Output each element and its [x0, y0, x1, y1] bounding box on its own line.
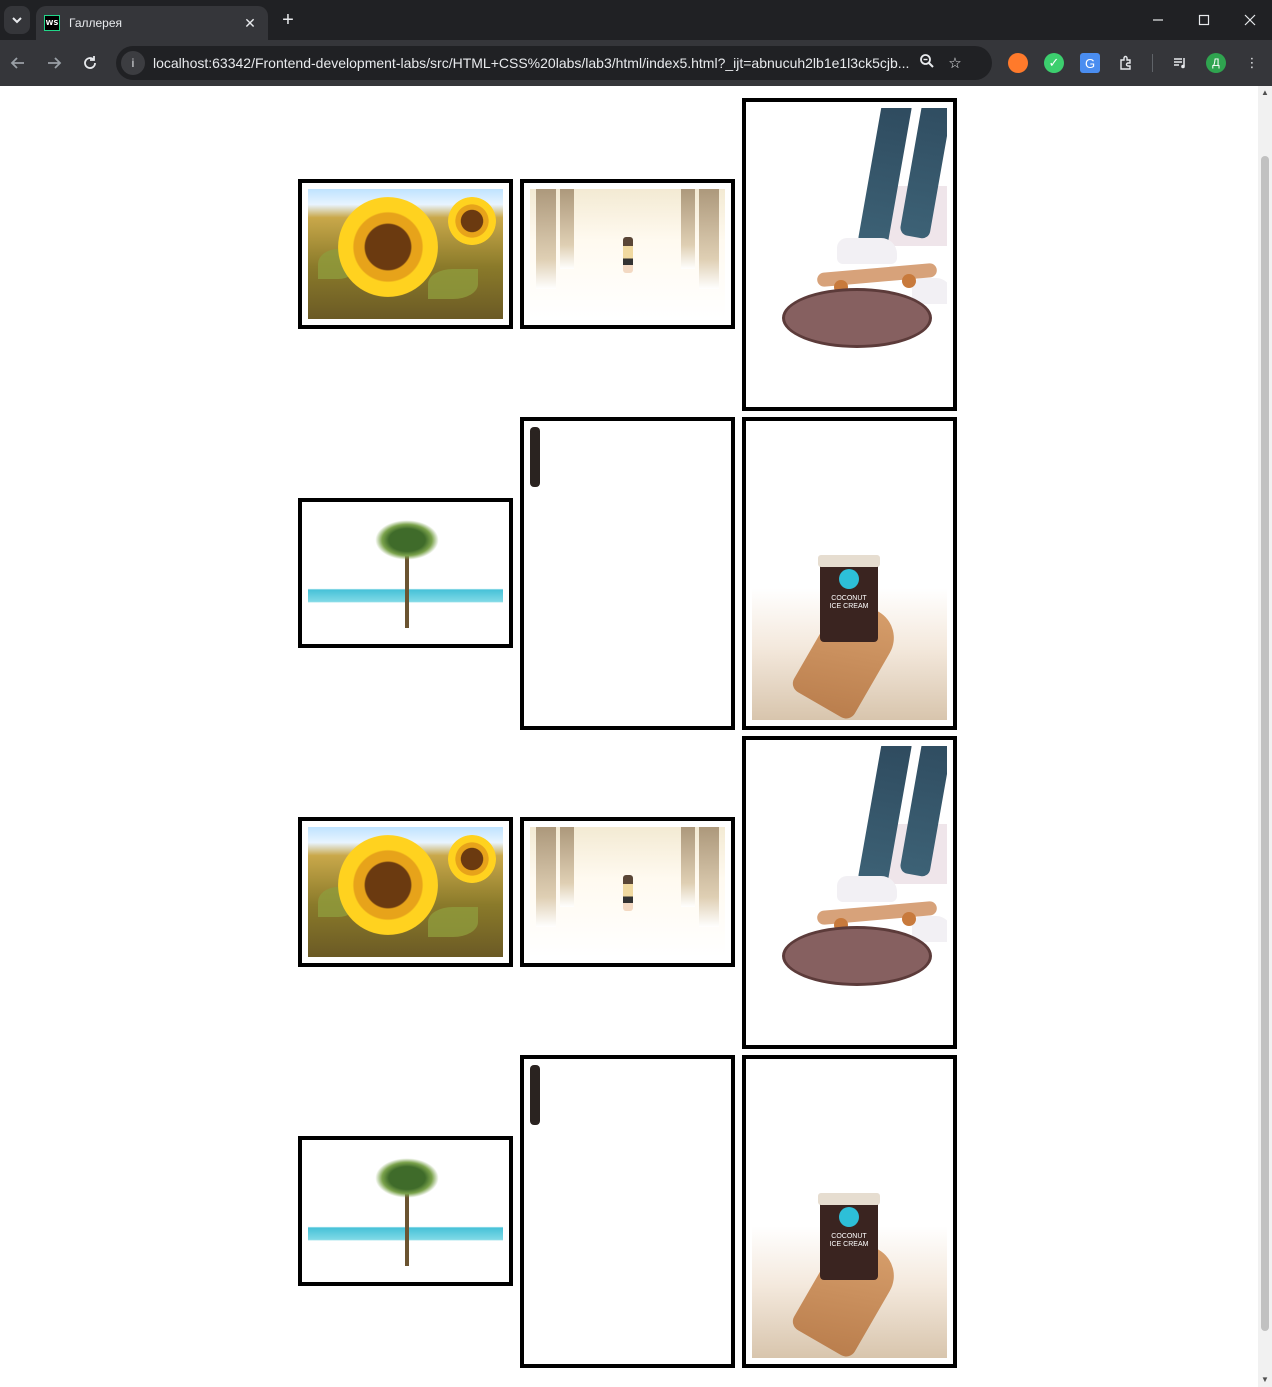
kebab-menu-icon[interactable]: ⋮ [1242, 53, 1262, 73]
zoom-icon[interactable] [913, 53, 941, 73]
gallery: COCONUT ICE CREAM COCONUT ICE CREAM [298, 98, 958, 1374]
browser-toolbar: i localhost:63342/Frontend-development-l… [0, 40, 1272, 86]
address-bar[interactable]: i localhost:63342/Frontend-development-l… [116, 46, 992, 80]
webstorm-favicon-icon: WS [44, 15, 60, 31]
scroll-up-icon[interactable]: ▲ [1261, 89, 1269, 97]
gallery-row: COCONUT ICE CREAM [298, 417, 958, 736]
maximize-icon[interactable] [1184, 6, 1224, 34]
sunflower-photo [308, 189, 503, 319]
chevron-down-icon[interactable] [4, 6, 30, 34]
skateboard-photo [752, 108, 947, 401]
pier-photo [530, 827, 725, 957]
plus-icon[interactable]: + [276, 8, 300, 32]
gallery-image-frame [520, 417, 735, 730]
gallery-image-frame [298, 817, 513, 967]
gallery-row [298, 98, 958, 417]
scroll-down-icon[interactable]: ▼ [1261, 1376, 1269, 1384]
forward-arrow-icon[interactable] [40, 49, 68, 77]
check-extension-icon[interactable]: ✓ [1044, 53, 1064, 73]
gallery-image-frame [298, 498, 513, 648]
gallery-image-frame [520, 179, 735, 329]
gallery-image-frame [520, 1055, 735, 1368]
reload-icon[interactable] [76, 49, 104, 77]
close-icon[interactable]: ✕ [240, 15, 260, 32]
fire-extension-icon[interactable] [1008, 53, 1028, 73]
gallery-image-frame: COCONUT ICE CREAM [742, 417, 957, 730]
gallery-image-frame [298, 1136, 513, 1286]
palm-photo [308, 1146, 503, 1276]
gallery-image-frame [742, 736, 957, 1049]
vertical-scrollbar[interactable]: ▲ ▼ [1258, 86, 1272, 1387]
info-icon[interactable]: i [121, 51, 145, 75]
scrollbar-thumb[interactable] [1261, 156, 1269, 1331]
palm-photo [308, 508, 503, 638]
icecream-photo: COCONUT ICE CREAM [752, 1065, 947, 1358]
gallery-row: COCONUT ICE CREAM [298, 1055, 958, 1374]
surfer-photo [530, 1065, 540, 1125]
gallery-image-frame [742, 98, 957, 411]
gallery-image-frame [520, 817, 735, 967]
star-icon[interactable]: ☆ [941, 54, 969, 72]
gallery-image-frame [298, 179, 513, 329]
skateboard-photo [752, 746, 947, 1039]
browser-tab[interactable]: WS Галлерея ✕ [36, 6, 268, 40]
puzzle-icon[interactable] [1116, 53, 1136, 73]
cup-label-text: COCONUT ICE CREAM [829, 595, 869, 610]
close-window-icon[interactable] [1230, 6, 1270, 34]
translate-extension-icon[interactable]: G [1080, 53, 1100, 73]
media-icon[interactable] [1170, 53, 1190, 73]
tab-strip: WS Галлерея ✕ + [0, 0, 1272, 40]
back-arrow-icon[interactable] [4, 49, 32, 77]
profile-avatar[interactable]: Д [1206, 53, 1226, 73]
gallery-image-frame: COCONUT ICE CREAM [742, 1055, 957, 1368]
gallery-row [298, 736, 958, 1055]
sunflower-photo [308, 827, 503, 957]
url-text[interactable]: localhost:63342/Frontend-development-lab… [153, 55, 913, 71]
pier-photo [530, 189, 725, 319]
surfer-photo [530, 427, 540, 487]
icecream-photo: COCONUT ICE CREAM [752, 427, 947, 720]
tab-title: Галлерея [69, 16, 123, 30]
toolbar-separator [1152, 54, 1153, 72]
cup-label-text: COCONUT ICE CREAM [829, 1233, 869, 1248]
minimize-icon[interactable] [1138, 6, 1178, 34]
page-viewport: COCONUT ICE CREAM COCONUT ICE CREAM [0, 86, 1258, 1387]
